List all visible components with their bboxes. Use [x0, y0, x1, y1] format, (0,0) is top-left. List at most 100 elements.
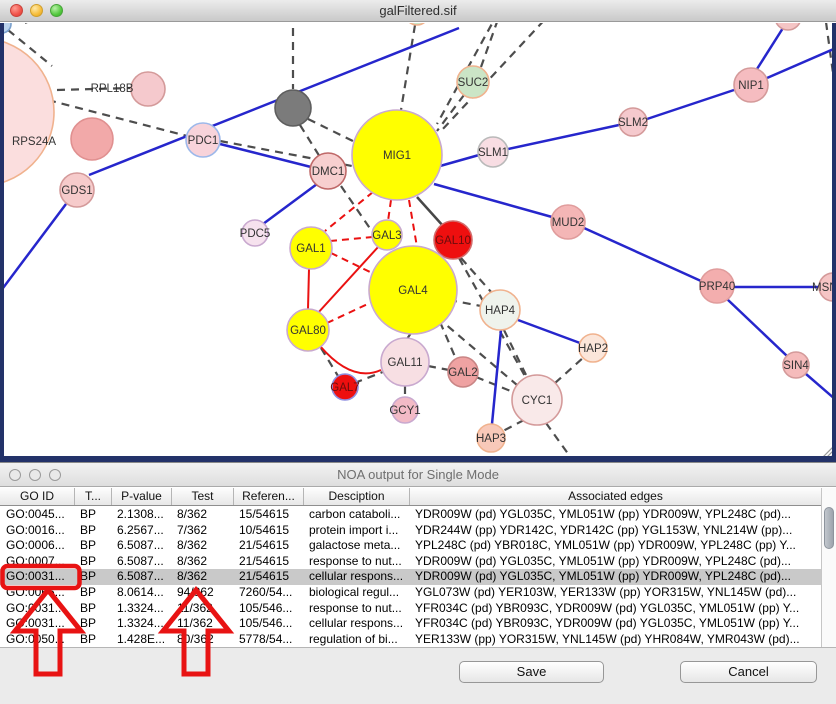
table-row[interactable]: GO:0050...BP1.428E...80/3625778/54...reg…: [0, 632, 821, 648]
edge-dash[interactable]: [300, 125, 320, 157]
column-header-edges[interactable]: Associated edges: [409, 488, 821, 505]
edge-blue[interactable]: [220, 144, 311, 167]
node-label-GCY1: GCY1: [389, 405, 420, 417]
edge-dark[interactable]: [417, 197, 444, 227]
cell-desc: carbon cataboli...: [303, 507, 409, 523]
edge-reddash[interactable]: [409, 200, 417, 247]
edge-dash[interactable]: [546, 423, 574, 456]
node-label-SUC2: SUC2: [458, 77, 489, 89]
cell-edges: YFR034C (pd) YBR093C, YDR009W (pd) YGL03…: [409, 601, 821, 617]
cell-type: BP: [74, 507, 111, 523]
edge-blue[interactable]: [806, 374, 832, 400]
node-gray-node[interactable]: [275, 90, 311, 126]
cell-go: GO:0016...: [0, 523, 74, 539]
cell-ref: 21/54615: [233, 554, 303, 570]
edge-blue[interactable]: [757, 28, 783, 69]
edge-reddash[interactable]: [327, 302, 372, 323]
cell-go: GO:0007...: [0, 554, 74, 570]
node-label-PDC5: PDC5: [240, 228, 271, 240]
edge-blue[interactable]: [518, 320, 580, 343]
cell-edges: YPL248C (pd) YBR018C, YML051W (pp) YDR00…: [409, 538, 821, 554]
cell-desc: biological regul...: [303, 585, 409, 601]
edge-blue[interactable]: [767, 48, 832, 78]
node-RPL18B[interactable]: [131, 72, 165, 106]
edge-dash[interactable]: [555, 357, 584, 383]
cell-desc: protein import i...: [303, 523, 409, 539]
table-row[interactable]: GO:0016...BP6.2567...7/36210/54615protei…: [0, 523, 821, 539]
scrollbar-thumb[interactable]: [824, 507, 834, 549]
table-row[interactable]: GO:0006...BP6.5087...8/36221/54615galact…: [0, 538, 821, 554]
resize-grip[interactable]: [822, 446, 832, 456]
edge-dash[interactable]: [428, 366, 449, 370]
edge-dash[interactable]: [826, 23, 832, 95]
cancel-button[interactable]: Cancel: [680, 661, 817, 683]
node-pink-top-right-node[interactable]: [775, 23, 801, 30]
edge-blue[interactable]: [4, 204, 66, 288]
edge-dash[interactable]: [401, 25, 415, 110]
table-row[interactable]: GO:0031...BP6.5087...8/36221/54615cellul…: [0, 569, 821, 585]
cell-go: GO:0031...: [0, 601, 74, 617]
edge-blue[interactable]: [584, 228, 701, 281]
cell-test: 8/362: [171, 507, 233, 523]
edge-blue[interactable]: [434, 184, 552, 217]
edge-reddash[interactable]: [330, 237, 373, 241]
node-label-CYC1: CYC1: [522, 395, 553, 407]
column-header-p[interactable]: P-value: [111, 488, 171, 505]
edge-dash[interactable]: [503, 420, 524, 431]
edge-blue[interactable]: [492, 330, 501, 424]
table-row[interactable]: GO:0031...BP1.3324...11/362105/546...cel…: [0, 616, 821, 632]
node-label-GAL11: GAL11: [388, 357, 423, 369]
cell-go: GO:0031...: [0, 569, 74, 585]
edge-blue[interactable]: [263, 184, 317, 224]
cell-edges: YDR009W (pd) YGL035C, YML051W (pp) YDR00…: [409, 507, 821, 523]
cell-p: 1.428E...: [111, 632, 171, 648]
cell-p: 1.3324...: [111, 601, 171, 617]
network-graph[interactable]: RPL18BRPS24AGDS1PDC1DMC1MIG1SUC2SLM1SLM2…: [4, 23, 832, 456]
column-header-ref[interactable]: Referen...: [233, 488, 303, 505]
cell-type: BP: [74, 601, 111, 617]
node-label-RPL18B: RPL18B: [91, 83, 134, 95]
edge-reddash[interactable]: [388, 200, 391, 221]
edge-dash[interactable]: [308, 119, 357, 143]
cell-desc: cellular respons...: [303, 616, 409, 632]
cell-ref: 7260/54...: [233, 585, 303, 601]
cell-p: 2.1308...: [111, 507, 171, 523]
column-header-go[interactable]: GO ID: [0, 488, 74, 505]
column-header-type[interactable]: T...: [74, 488, 111, 505]
cell-go: GO:0065...: [0, 585, 74, 601]
node-label-GAL4: GAL4: [398, 285, 428, 297]
cell-test: 94/362: [171, 585, 233, 601]
node-label-HAP3: HAP3: [476, 433, 506, 445]
node-label-PDC1: PDC1: [188, 135, 219, 147]
edge-blue[interactable]: [647, 90, 734, 119]
node-green-top-node[interactable]: [405, 23, 429, 25]
cell-type: BP: [74, 523, 111, 539]
column-header-test[interactable]: Test: [171, 488, 233, 505]
column-header-desc[interactable]: Desciption: [303, 488, 409, 505]
table-row[interactable]: GO:0007...BP6.5087...8/36221/54615respon…: [0, 554, 821, 570]
node-label-MIG1: MIG1: [383, 150, 411, 162]
node-label-SLM1: SLM1: [478, 147, 508, 159]
edge-blue[interactable]: [727, 299, 787, 356]
cell-desc: response to nut...: [303, 554, 409, 570]
cell-test: 80/362: [171, 632, 233, 648]
edge-dash[interactable]: [48, 100, 187, 136]
vertical-scrollbar[interactable]: [821, 488, 836, 647]
node-RPS24A[interactable]: [71, 118, 113, 160]
edge-red[interactable]: [308, 269, 309, 309]
edge-dash[interactable]: [504, 330, 528, 379]
edge-blue[interactable]: [440, 155, 479, 166]
cell-edges: YDR009W (pd) YGL035C, YML051W (pp) YDR00…: [409, 554, 821, 570]
node-label-HAP4: HAP4: [485, 305, 516, 317]
node-label-HAP2: HAP2: [578, 343, 608, 355]
edge-blue[interactable]: [508, 125, 619, 149]
network-canvas[interactable]: RPL18BRPS24AGDS1PDC1DMC1MIG1SUC2SLM1SLM2…: [0, 23, 836, 462]
node-label-NIP1: NIP1: [738, 80, 764, 92]
noa-window-titlebar[interactable]: NOA output for Single Mode: [0, 463, 836, 487]
cell-ref: 21/54615: [233, 569, 303, 585]
table-row[interactable]: GO:0065...BP8.0614...94/3627260/54...bio…: [0, 585, 821, 601]
network-window-titlebar[interactable]: galFiltered.sif: [0, 0, 836, 22]
table-row[interactable]: GO:0031...BP1.3324...11/362105/546...res…: [0, 601, 821, 617]
save-button[interactable]: Save: [459, 661, 604, 683]
table-row[interactable]: GO:0045...BP2.1308...8/36215/54615carbon…: [0, 507, 821, 523]
